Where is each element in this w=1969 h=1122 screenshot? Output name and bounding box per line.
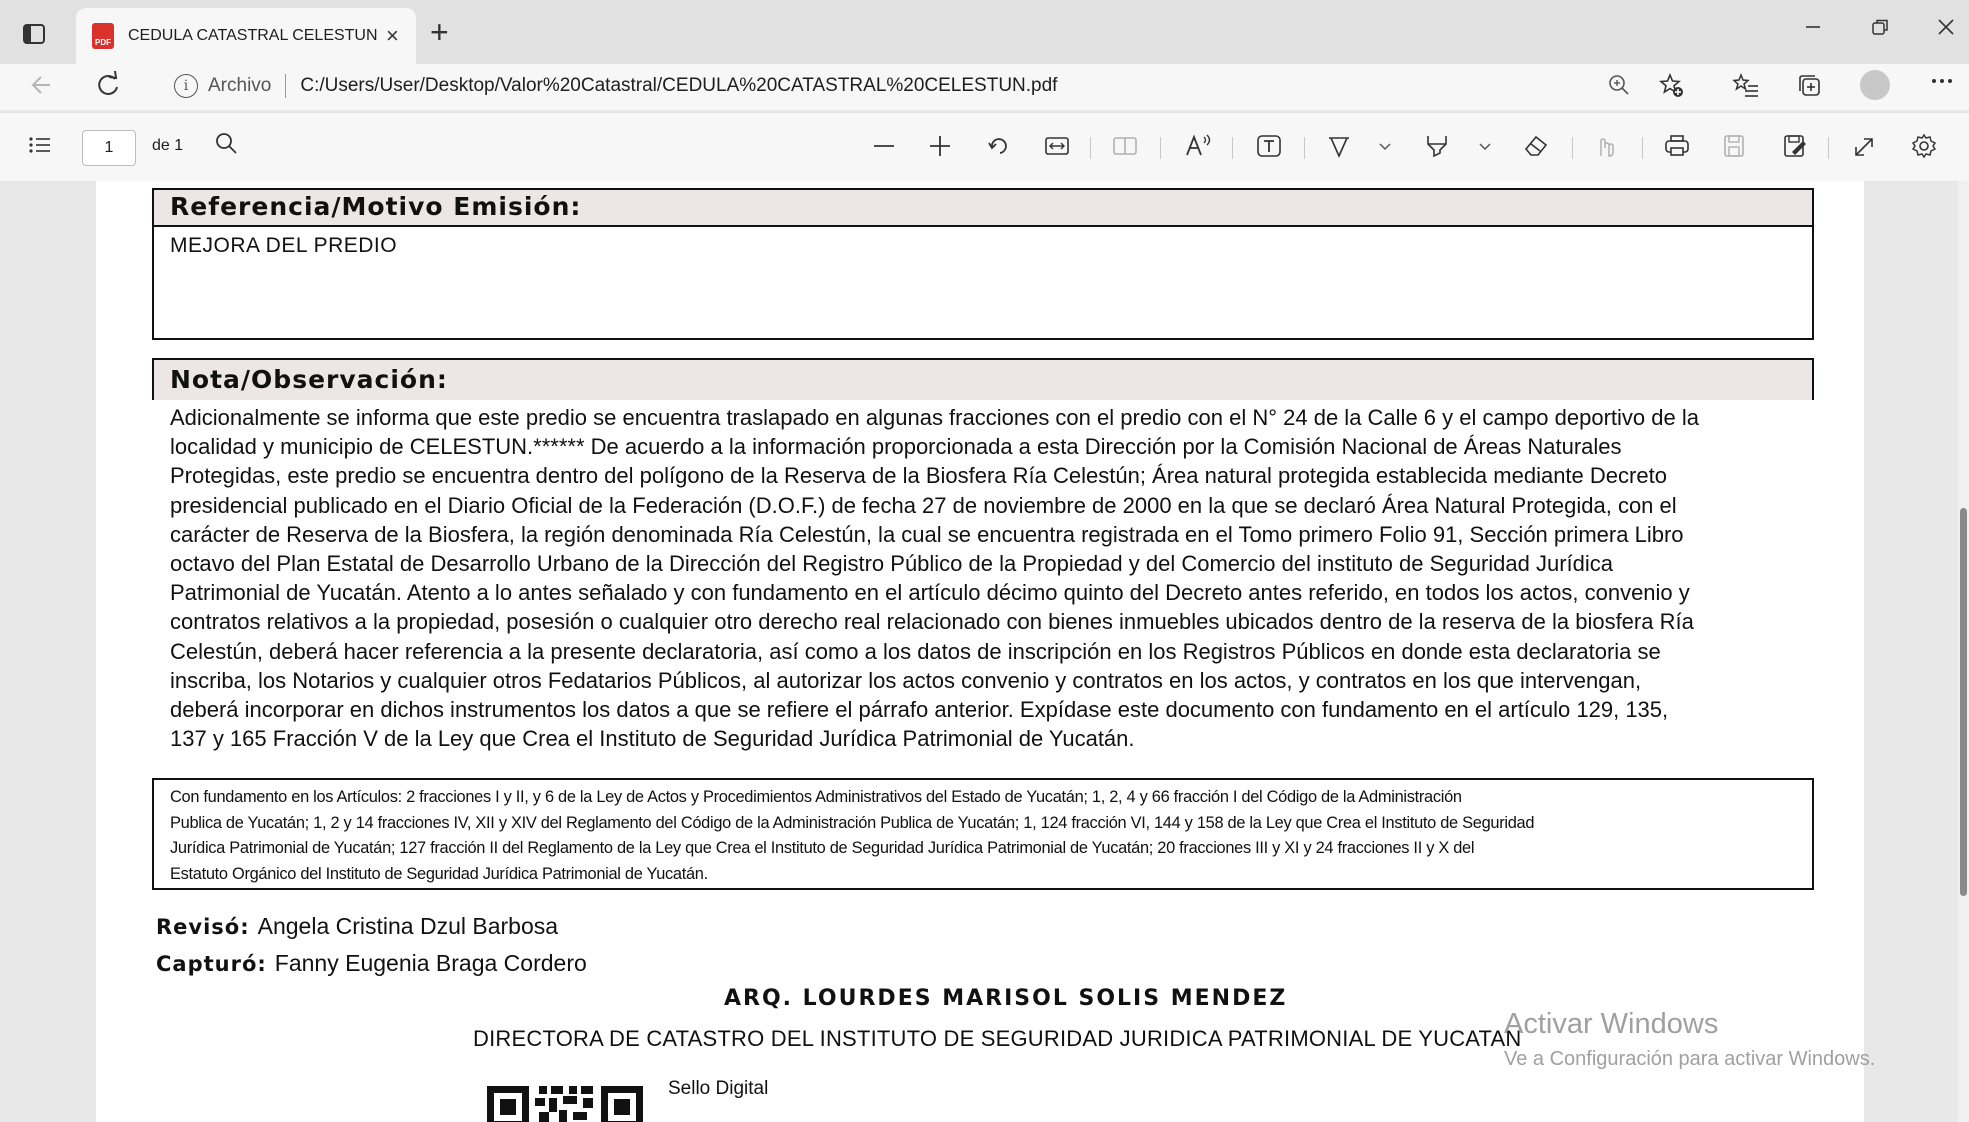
nota-line: Patrimonial de Yucatán. Atento a lo ante… (170, 580, 1690, 606)
new-tab-button[interactable]: + (430, 14, 449, 50)
capturo-line: Capturó: Fanny Eugenia Braga Cordero (156, 950, 587, 977)
highlight-dropdown-icon[interactable] (1478, 131, 1492, 169)
pdf-toolbar: 1 de 1 (0, 112, 1969, 182)
search-icon[interactable] (214, 131, 240, 164)
erase-icon[interactable] (1522, 131, 1550, 169)
nota-line: deberá incorporar en dichos instrumentos… (170, 697, 1669, 723)
full-screen-icon[interactable] (1852, 131, 1876, 169)
legal-text: Con fundamento en los Artículos: 2 fracc… (170, 785, 1810, 887)
url-prefix: Archivo (208, 75, 272, 96)
director-name: ARQ. LOURDES MARISOL SOLIS MENDEZ (724, 986, 1288, 1011)
add-favorite-icon[interactable] (1658, 72, 1686, 106)
url-field[interactable]: i Archivo C:/Users/User/Desktop/Valor%20… (162, 66, 1722, 106)
zoom-out-icon[interactable] (872, 131, 896, 169)
more-options-icon[interactable] (1930, 66, 1954, 103)
reviso-line: Revisó: Angela Cristina Dzul Barbosa (156, 913, 558, 940)
draw-icon[interactable] (1326, 131, 1352, 169)
rotate-icon[interactable] (986, 131, 1010, 169)
capturo-label: Capturó: (156, 952, 267, 976)
toolbar-separator (1090, 137, 1091, 159)
nota-text: Adicionalmente se informa que este predi… (170, 403, 1820, 753)
tab-strip: PDF CEDULA CATASTRAL CELESTUN.pdf × + (0, 0, 1969, 64)
draw-dropdown-icon[interactable] (1378, 131, 1392, 169)
zoom-in-icon[interactable] (928, 131, 952, 169)
nota-line: 137 y 165 Fracción V de la Ley que Crea … (170, 726, 1135, 752)
tab-actions-icon[interactable] (18, 18, 50, 50)
save-icon[interactable] (1722, 131, 1746, 169)
page-view-icon[interactable] (1112, 131, 1138, 169)
sello-digital-label: Sello Digital (668, 1078, 769, 1099)
info-icon[interactable]: i (174, 74, 198, 98)
legal-line: Con fundamento en los Artículos: 2 fracc… (170, 788, 1462, 806)
nota-line: Protegidas, este predio se encuentra den… (170, 463, 1667, 489)
url-separator (285, 74, 287, 98)
nota-line: octavo del Plan Estatal de Desarrollo Ur… (170, 551, 1614, 577)
toolbar-separator (1160, 137, 1161, 159)
activate-windows-title: Activar Windows (1504, 1008, 1719, 1040)
legal-line: Estatuto Orgánico del Instituto de Segur… (170, 864, 708, 883)
save-as-icon[interactable] (1782, 131, 1808, 169)
capturo-name: Fanny Eugenia Braga Cordero (274, 950, 587, 976)
referencia-box: Referencia/Motivo Emisión: (152, 188, 1814, 340)
back-arrow-icon[interactable] (30, 70, 54, 107)
pdf-icon: PDF (92, 23, 114, 49)
qr-code-image (487, 1082, 643, 1122)
add-text-icon[interactable] (1256, 131, 1282, 169)
nota-header: Nota/Observación: (154, 360, 1812, 400)
close-tab-icon[interactable]: × (386, 23, 399, 49)
toolbar-separator (1828, 137, 1829, 159)
legal-line: Publica de Yucatán; 1, 2 y 14 fracciones… (170, 813, 1535, 832)
fit-width-icon[interactable] (1044, 131, 1070, 169)
legal-line: Jurídica Patrimonial de Yucatán; 127 fra… (170, 839, 1475, 857)
page-count: de 1 (152, 137, 184, 154)
nota-line: carácter de Reserva de la Biosfera, la r… (170, 521, 1684, 547)
activate-windows-subtitle: Ve a Configuración para activar Windows. (1504, 1048, 1876, 1070)
scrollbar-thumb[interactable] (1960, 508, 1967, 896)
toolbar-separator (1304, 137, 1305, 159)
settings-gear-icon[interactable] (1910, 131, 1938, 169)
toolbar-separator (1572, 137, 1573, 159)
address-bar: i Archivo C:/Users/User/Desktop/Valor%20… (0, 64, 1969, 110)
reload-icon[interactable] (94, 68, 122, 109)
director-title: DIRECTORA DE CATASTRO DEL INSTITUTO DE S… (473, 1026, 1522, 1051)
nota-line: presidencial publicado en el Diario Ofic… (170, 492, 1677, 518)
touch-icon[interactable] (1592, 131, 1616, 169)
print-icon[interactable] (1664, 131, 1690, 169)
zoom-icon[interactable] (1606, 72, 1632, 104)
table-of-contents-icon[interactable] (28, 135, 52, 161)
nota-line: localidad y municipio de CELESTUN.******… (170, 434, 1622, 460)
nota-line: Celestún, deberá hacer referencia a la p… (170, 638, 1661, 664)
read-aloud-icon[interactable] (1184, 131, 1212, 169)
minimize-icon[interactable] (1803, 14, 1823, 46)
reviso-name: Angela Cristina Dzul Barbosa (257, 913, 559, 939)
favorites-icon[interactable] (1732, 72, 1760, 106)
url-text[interactable]: C:/Users/User/Desktop/Valor%20Catastral/… (300, 75, 1057, 97)
collections-icon[interactable] (1796, 72, 1824, 106)
referencia-header: Referencia/Motivo Emisión: (154, 190, 1812, 227)
nota-line: Adicionalmente se informa que este predi… (170, 405, 1699, 430)
nota-line: contratos relativos a la propiedad, pose… (170, 609, 1694, 635)
toolbar-separator (1232, 137, 1233, 159)
tab-title: CEDULA CATASTRAL CELESTUN.pdf (128, 27, 378, 44)
profile-avatar[interactable] (1860, 70, 1890, 100)
nota-box: Nota/Observación: (152, 358, 1814, 400)
close-window-icon[interactable] (1936, 14, 1956, 46)
highlight-icon[interactable] (1424, 131, 1450, 169)
toolbar-separator (1642, 137, 1643, 159)
page-number-input[interactable]: 1 (82, 130, 136, 166)
restore-icon[interactable] (1870, 14, 1890, 46)
referencia-body: MEJORA DEL PREDIO (170, 234, 398, 257)
nota-line: inscriba, los Notarios y cualquier otros… (170, 667, 1642, 693)
reviso-label: Revisó: (156, 915, 250, 939)
tab-pdf[interactable]: PDF CEDULA CATASTRAL CELESTUN.pdf × (76, 8, 416, 64)
